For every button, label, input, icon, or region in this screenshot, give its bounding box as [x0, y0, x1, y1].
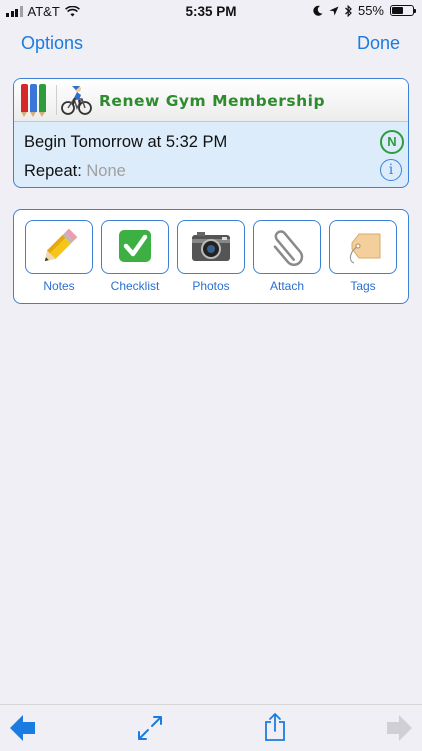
attach-button[interactable]: Attach: [253, 220, 321, 293]
n-badge-icon[interactable]: N: [380, 130, 404, 154]
checklist-tile[interactable]: [101, 220, 169, 274]
photos-label: Photos: [192, 279, 230, 293]
pencil-icon: [44, 228, 78, 262]
bluetooth-icon: [345, 4, 352, 17]
bottom-toolbar: [0, 704, 422, 751]
share-icon[interactable]: [264, 712, 286, 742]
task-title[interactable]: Renew Gym Membership: [99, 92, 325, 110]
battery-icon: [390, 5, 416, 16]
camera-icon: [192, 232, 230, 261]
status-bar: AT&T 5:35 PM 55%: [0, 0, 422, 24]
checklist-label: Checklist: [110, 279, 160, 293]
tag-icon: [349, 233, 381, 264]
notes-tile[interactable]: [25, 220, 93, 274]
photos-button[interactable]: Photos: [177, 220, 245, 293]
location-icon: [329, 6, 339, 15]
photos-tile[interactable]: [177, 220, 245, 274]
notes-button[interactable]: Notes: [25, 220, 93, 293]
cyclist-icon[interactable]: [60, 84, 93, 116]
actions-panel: Notes Checklist Photos Attach Tags: [13, 209, 409, 304]
back-arrow-icon[interactable]: [10, 715, 36, 741]
header-divider: [56, 85, 57, 115]
checklist-button[interactable]: Checklist: [101, 220, 169, 293]
moon-icon: [313, 5, 323, 16]
pencils-icon[interactable]: [21, 84, 46, 117]
forward-arrow-icon[interactable]: [386, 715, 412, 741]
task-card: Renew Gym Membership Begin Tomorrow at 5…: [13, 78, 409, 188]
task-header[interactable]: Renew Gym Membership: [14, 79, 408, 122]
check-icon: [119, 230, 151, 262]
repeat-value: None: [86, 162, 126, 180]
tags-tile[interactable]: [329, 220, 397, 274]
notes-label: Notes: [43, 279, 75, 293]
attach-tile[interactable]: [253, 220, 321, 274]
tags-button[interactable]: Tags: [329, 220, 397, 293]
attach-label: Attach: [269, 279, 305, 293]
repeat-row[interactable]: Repeat: None: [24, 162, 126, 181]
battery-percent: 55%: [357, 3, 384, 18]
expand-icon[interactable]: [137, 715, 163, 741]
tags-label: Tags: [350, 279, 376, 293]
status-right: 55%: [313, 3, 416, 18]
begin-row[interactable]: Begin Tomorrow at 5:32 PM: [24, 133, 227, 152]
repeat-label: Repeat:: [24, 162, 82, 180]
done-button[interactable]: Done: [357, 33, 400, 54]
paperclip-icon: [273, 230, 304, 267]
options-button[interactable]: Options: [21, 33, 83, 54]
info-icon[interactable]: i: [380, 159, 402, 181]
